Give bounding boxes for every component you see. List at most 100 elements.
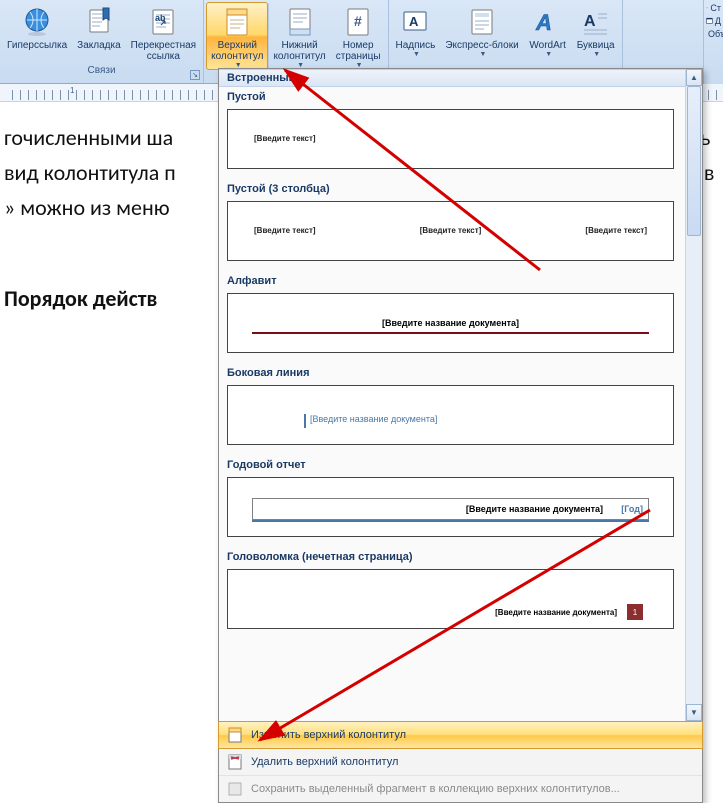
textbox-label: Надпись (396, 40, 436, 51)
edit-header-action[interactable]: Изменить верхний колонтитул (218, 721, 703, 749)
gallery-item-sideline[interactable]: Боковая линия [Введите название документ… (219, 363, 702, 455)
footer-icon (284, 6, 316, 38)
remove-header-icon (227, 754, 243, 770)
signature-mini[interactable]: Ст (706, 2, 721, 13)
placeholder-text: [Введите текст] (420, 226, 482, 235)
divider-line (252, 332, 649, 334)
page-number-label: Номер страницы (336, 40, 381, 62)
chevron-down-icon: ▼ (545, 51, 552, 58)
date-mini[interactable]: Д (706, 15, 721, 26)
object-mini[interactable]: Объ (706, 28, 721, 39)
scroll-track[interactable] (686, 86, 702, 704)
header-button[interactable]: Верхний колонтитул ▼ (206, 2, 268, 70)
underline (252, 520, 649, 522)
edit-header-icon (227, 727, 243, 743)
svg-text:A: A (535, 10, 552, 35)
textbox-button[interactable]: A Надпись ▼ (391, 2, 441, 59)
bookmark-label: Закладка (77, 40, 120, 51)
gallery-item-blank[interactable]: Пустой [Введите текст] (219, 87, 702, 179)
page-number-badge: 1 (627, 604, 643, 620)
save-selection-icon (227, 781, 243, 797)
placeholder-text: [Введите название документа] (495, 608, 617, 617)
crossref-button[interactable]: ab Перекрестная ссылка (126, 2, 201, 63)
gallery-item-puzzle[interactable]: Головоломка (нечетная страница) [Введите… (219, 547, 702, 639)
placeholder-text: [Введите текст] (254, 226, 316, 235)
gallery-preview: [Введите название документа] (227, 293, 674, 353)
gallery-item-annual[interactable]: Годовой отчет [Введите название документ… (219, 455, 702, 547)
dropcap-button[interactable]: A Буквица ▼ (572, 2, 620, 59)
dialog-launcher-icon[interactable]: ↘ (190, 70, 200, 80)
scroll-up-button[interactable]: ▲ (686, 69, 702, 86)
crossref-icon: ab (147, 6, 179, 38)
document-body: гочисленными ша вид колонтитула п » можн… (0, 102, 220, 320)
ribbon-partial-group: Ст Д Объ (703, 0, 723, 84)
placeholder-text: [Введите текст] (254, 134, 316, 143)
dropcap-label: Буквица (577, 40, 615, 51)
svg-text:A: A (584, 13, 596, 30)
gallery-item-name: Пустой (3 столбца) (227, 183, 694, 195)
svg-text:A: A (409, 14, 419, 29)
gallery-item-alpha[interactable]: Алфавит [Введите название документа] (219, 271, 702, 363)
gallery-preview: [Введите название документа] 1 (227, 569, 674, 629)
globe-icon (21, 6, 53, 38)
bookmark-button[interactable]: Закладка (72, 2, 125, 63)
doc-line: » можно из меню (4, 194, 220, 221)
action-label: Изменить верхний колонтитул (251, 729, 406, 741)
quickparts-icon (466, 6, 498, 38)
gallery-section-header: Встроенный (219, 69, 702, 87)
gallery-body: Встроенный Пустой [Введите текст] Пустой… (219, 69, 702, 721)
gallery-item-blank3[interactable]: Пустой (3 столбца) [Введите текст] [Введ… (219, 179, 702, 271)
gallery-actions: Изменить верхний колонтитул Удалить верх… (219, 721, 702, 802)
placeholder-text: [Введите название документа] (466, 504, 603, 514)
gallery-item-name: Головоломка (нечетная страница) (227, 551, 694, 563)
wordart-icon: A (532, 6, 564, 38)
ribbon-group-links: Гиперссылка Закладка ab Перекрестная ссы… (0, 0, 204, 83)
save-selection-action: Сохранить выделенный фрагмент в коллекци… (219, 775, 702, 802)
hyperlink-button[interactable]: Гиперссылка (2, 2, 72, 63)
dropcap-icon: A (580, 6, 612, 38)
scroll-down-button[interactable]: ▼ (686, 704, 702, 721)
gallery-preview: [Введите название документа] [Год] (227, 477, 674, 537)
footer-button[interactable]: Нижний колонтитул ▼ (268, 2, 330, 70)
footer-label: Нижний колонтитул (273, 40, 325, 62)
gallery-preview: [Введите текст] (227, 109, 674, 169)
svg-text:#: # (354, 13, 362, 29)
hyperlink-label: Гиперссылка (7, 40, 67, 51)
placeholder-text: [Введите текст] (585, 226, 647, 235)
header-gallery-dropdown: Встроенный Пустой [Введите текст] Пустой… (218, 68, 703, 803)
chevron-down-icon: ▼ (480, 51, 487, 58)
action-label: Сохранить выделенный фрагмент в коллекци… (251, 783, 620, 795)
chevron-down-icon: ▼ (593, 51, 600, 58)
gallery-preview: [Введите текст] [Введите текст] [Введите… (227, 201, 674, 261)
scroll-thumb[interactable] (687, 86, 701, 236)
remove-header-action[interactable]: Удалить верхний колонтитул (219, 748, 702, 775)
action-label: Удалить верхний колонтитул (251, 756, 398, 768)
gallery-item-name: Годовой отчет (227, 459, 694, 471)
header-label: Верхний колонтитул (211, 40, 263, 62)
chevron-down-icon: ▼ (413, 51, 420, 58)
gallery-preview: [Введите название документа] (227, 385, 674, 445)
crossref-label: Перекрестная ссылка (131, 40, 196, 62)
header-icon (221, 6, 253, 38)
bookmark-icon (83, 6, 115, 38)
gallery-item-name: Алфавит (227, 275, 694, 287)
wordart-button[interactable]: A WordArt ▼ (524, 2, 572, 59)
group-links-label: Связи (2, 63, 201, 77)
textbox-icon: A (399, 6, 431, 38)
page-number-button[interactable]: # Номер страницы ▼ (331, 2, 386, 70)
quickparts-button[interactable]: Экспресс-блоки ▼ (440, 2, 523, 59)
ruler-number: 1 (70, 86, 74, 95)
page-number-icon: # (342, 6, 374, 38)
side-bar (304, 414, 306, 428)
gallery-item-name: Боковая линия (227, 367, 694, 379)
placeholder-text: [Введите название документа] (382, 318, 519, 328)
vertical-scrollbar[interactable]: ▲ ▼ (685, 69, 702, 721)
doc-heading: Порядок действ (4, 285, 220, 312)
doc-line: вид колонтитула п (4, 159, 220, 186)
placeholder-year: [Год] (621, 504, 643, 514)
wordart-label: WordArt (529, 40, 566, 51)
doc-line: гочисленными ша (4, 124, 220, 151)
placeholder-text: [Введите название документа] (310, 414, 437, 424)
quickparts-label: Экспресс-блоки (445, 40, 518, 51)
gallery-item-name: Пустой (227, 91, 694, 103)
